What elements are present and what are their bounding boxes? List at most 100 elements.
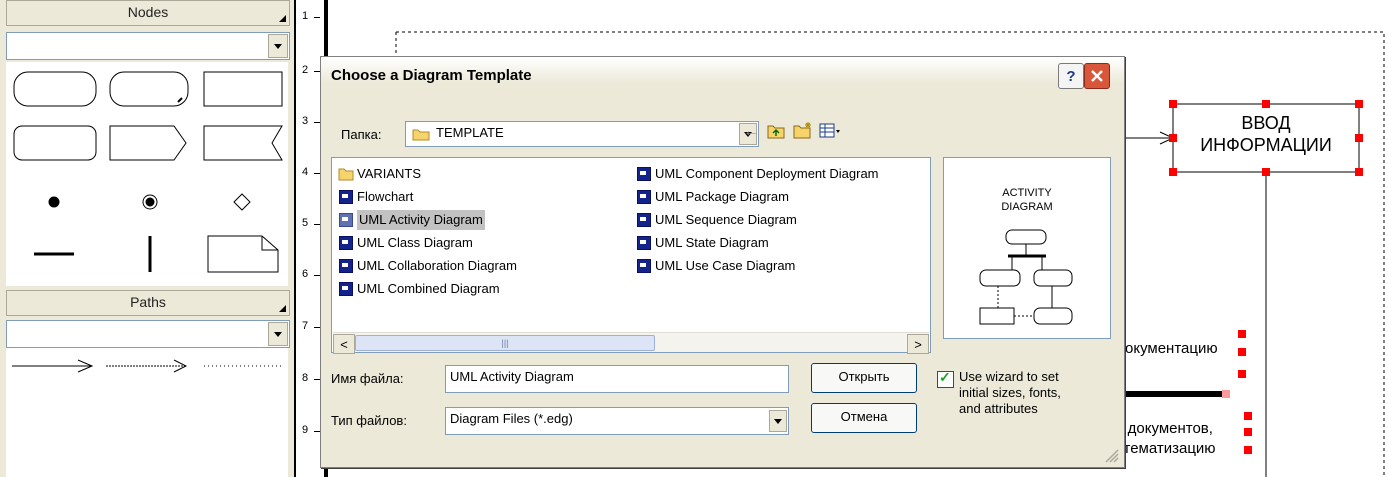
diagram-file-icon (338, 235, 354, 251)
pentagon-node-icon (109, 125, 187, 161)
ruler-mark: 6 (302, 268, 309, 280)
folder-label: Папка: (341, 127, 382, 142)
up-folder-icon[interactable] (767, 123, 785, 142)
resize-grip-icon (279, 305, 286, 312)
list-item[interactable]: UML Package Diagram (636, 187, 789, 207)
selection-handle[interactable] (1244, 446, 1252, 454)
paths-category-combo[interactable] (6, 320, 290, 348)
list-item[interactable]: UML Activity Diagram (338, 210, 485, 230)
folder-combo[interactable]: TEMPLATE (405, 121, 759, 147)
list-item[interactable]: UML State Diagram (636, 233, 769, 253)
horizontal-scrollbar[interactable]: < ||| > (333, 332, 929, 354)
selection-handle[interactable] (1262, 168, 1270, 176)
folder-value: TEMPLATE (436, 125, 504, 140)
use-wizard-label: Use wizard to set initial sizes, fonts, … (959, 369, 1061, 416)
diagram-file-icon (338, 258, 354, 274)
back-arrow-icon[interactable]: ← (743, 123, 759, 141)
canvas-text: окументацию (1125, 340, 1218, 357)
list-item[interactable]: UML Component Deployment Diagram (636, 164, 879, 184)
choose-template-dialog: Choose a Diagram Template ? Папка: TEMPL… (320, 56, 1125, 468)
selection-handle[interactable] (1222, 390, 1230, 398)
paths-shape-grid (6, 348, 288, 477)
close-icon (1091, 70, 1103, 82)
selection-handle[interactable] (1238, 348, 1246, 356)
help-button[interactable]: ? (1058, 63, 1084, 89)
rounded-rect-note-node-icon (109, 71, 189, 107)
paths-panel-header[interactable]: Paths (6, 290, 290, 316)
new-folder-icon[interactable] (793, 121, 813, 142)
node-label: ВВОД ИНФОРМАЦИИ (1200, 113, 1332, 155)
list-item[interactable]: VARIANTS (338, 164, 421, 184)
list-item[interactable]: UML Combined Diagram (338, 279, 500, 299)
decision-node-icon (233, 193, 251, 211)
resize-grip-icon (279, 15, 286, 22)
chevron-down-icon[interactable] (769, 410, 787, 432)
diagram-file-icon (636, 212, 652, 228)
selection-handle[interactable] (1355, 168, 1363, 176)
ruler-mark: 9 (302, 424, 309, 436)
diagram-file-icon (636, 235, 652, 251)
initial-state-icon (48, 196, 60, 208)
canvas-text: стематизацию (1116, 440, 1216, 457)
use-wizard-checkbox[interactable] (937, 369, 954, 388)
template-preview: ACTIVITY DIAGRAM (943, 157, 1111, 339)
view-menu-icon[interactable] (819, 123, 843, 142)
list-item[interactable]: UML Sequence Diagram (636, 210, 797, 230)
diagram-file-icon (636, 189, 652, 205)
cancel-button[interactable]: Отмена (811, 403, 917, 433)
ruler-mark: 1 (302, 10, 309, 22)
selection-handle[interactable] (1238, 370, 1246, 378)
selection-handle[interactable] (1169, 134, 1177, 142)
ruler-mark: 4 (302, 166, 309, 178)
selection-handle[interactable] (1169, 168, 1177, 176)
selection-handle[interactable] (1355, 134, 1363, 142)
scroll-right-button[interactable]: > (907, 334, 929, 354)
connector-arrow (1125, 131, 1175, 145)
flag-node-icon (203, 125, 283, 161)
folder-icon (412, 126, 430, 148)
paths-panel-title: Paths (130, 294, 166, 310)
ruler-mark: 2 (302, 64, 309, 76)
diagram-file-icon (338, 189, 354, 205)
diagram-file-icon (338, 212, 354, 228)
chevron-down-icon[interactable] (268, 322, 288, 346)
list-item[interactable]: UML Class Diagram (338, 233, 473, 253)
selection-handle[interactable] (1262, 100, 1270, 108)
selection-handle[interactable] (1244, 412, 1252, 420)
diagram-file-icon (636, 166, 652, 182)
open-button[interactable]: Открыть (811, 363, 917, 393)
list-item[interactable]: Flowchart (338, 187, 413, 207)
ruler-mark: 3 (302, 115, 309, 127)
scroll-thumb[interactable]: ||| (355, 335, 655, 351)
dialog-titlebar[interactable]: Choose a Diagram Template ? (321, 57, 1124, 95)
filename-input[interactable]: UML Activity Diagram (445, 365, 789, 393)
folder-icon (338, 166, 354, 182)
ruler-mark: 8 (302, 372, 309, 384)
activity-diagram-preview-icon (979, 229, 1073, 325)
nodes-shape-grid (6, 62, 288, 286)
diagram-file-icon (338, 281, 354, 297)
chevron-down-icon[interactable] (268, 34, 288, 58)
ruler-mark: 7 (302, 320, 309, 332)
rectangle-node-icon (203, 71, 283, 107)
template-file-list[interactable]: VARIANTS Flowchart UML Activity Diagram … (331, 157, 931, 354)
list-item[interactable]: UML Collaboration Diagram (338, 256, 517, 276)
filetype-label: Тип файлов: (331, 413, 407, 428)
dialog-title: Choose a Diagram Template (331, 67, 532, 84)
note-node-icon (207, 235, 279, 273)
scroll-left-button[interactable]: < (333, 334, 355, 354)
filetype-select[interactable]: Diagram Files (*.edg) (445, 407, 789, 435)
selection-handle[interactable] (1238, 330, 1246, 338)
nodes-panel-header[interactable]: Nodes (6, 0, 290, 26)
filename-label: Имя файла: (331, 371, 404, 386)
canvas-text: х документов, (1116, 420, 1213, 437)
selection-handle[interactable] (1355, 100, 1363, 108)
selection-handle[interactable] (1244, 428, 1252, 436)
close-button[interactable] (1084, 63, 1110, 89)
selected-item-label: UML Activity Diagram (357, 210, 485, 230)
solid-arrow-path-icon (12, 359, 94, 373)
list-item[interactable]: UML Use Case Diagram (636, 256, 795, 276)
selection-handle[interactable] (1169, 100, 1177, 108)
nodes-category-combo[interactable] (6, 32, 290, 60)
ruler-mark: 5 (302, 217, 309, 229)
